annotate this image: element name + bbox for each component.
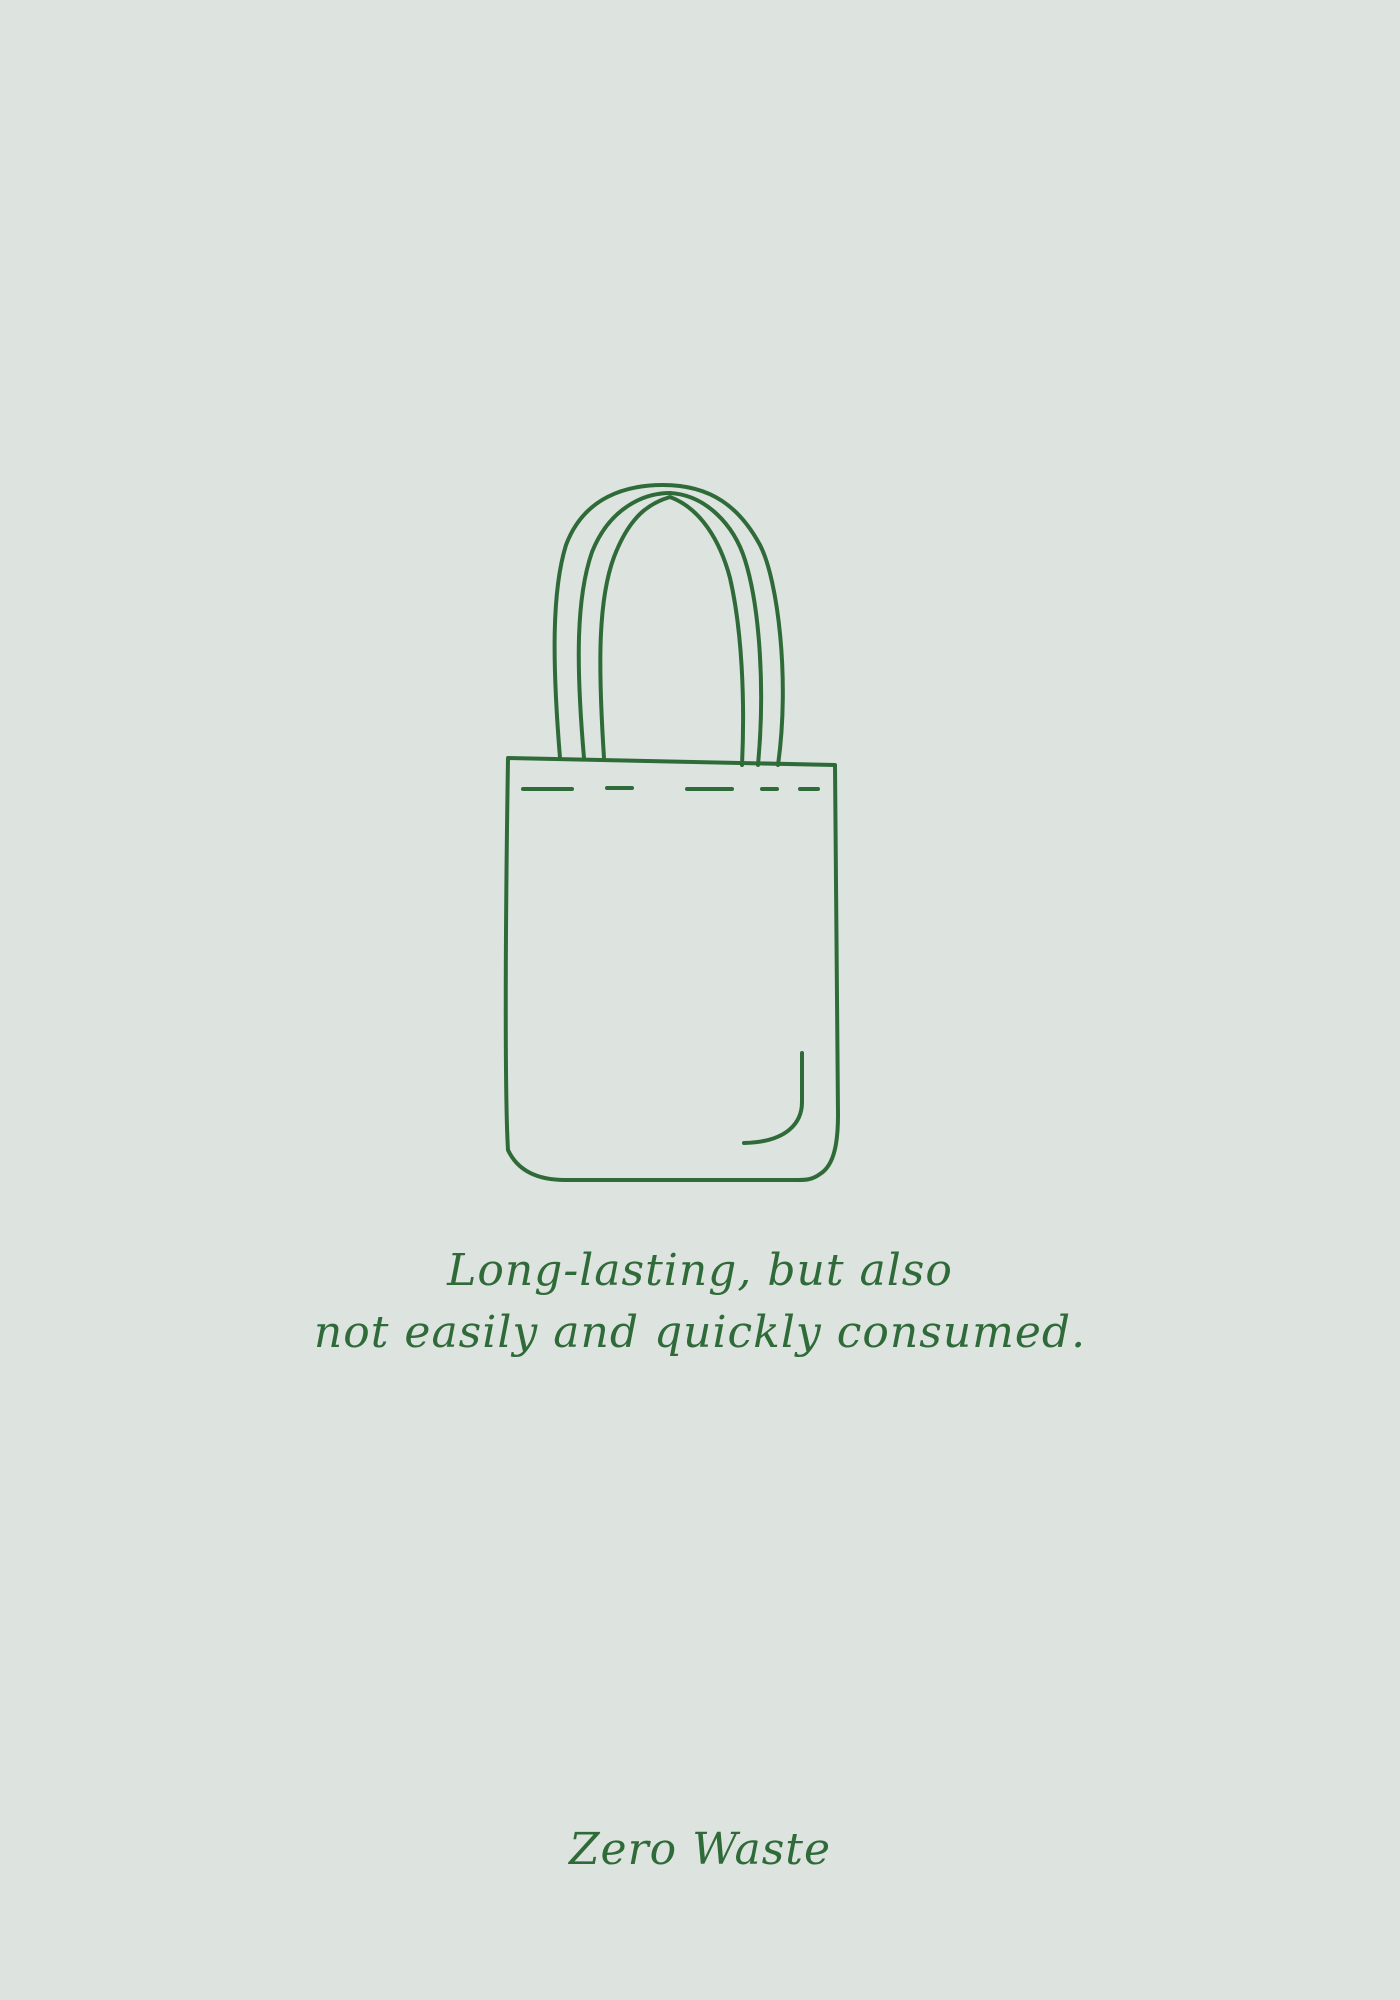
quote-text: Long-lasting, but also not easily and qu… [0, 1240, 1400, 1364]
bag-stitching [521, 786, 820, 791]
tote-bag-icon [503, 483, 840, 1182]
quote-line-1: Long-lasting, but also [447, 1245, 953, 1296]
bag-handle-outer [552, 483, 785, 767]
brand-title: Zero Waste [568, 1824, 832, 1875]
poster: Long-lasting, but also not easily and qu… [0, 0, 1400, 2000]
bag-corner-detail [742, 1051, 804, 1145]
bag-body [503, 756, 840, 1182]
bag-handle-inner [598, 495, 746, 767]
quote-line-2: not easily and quickly consumed. [313, 1307, 1087, 1358]
bag-handle-middle [576, 491, 764, 767]
